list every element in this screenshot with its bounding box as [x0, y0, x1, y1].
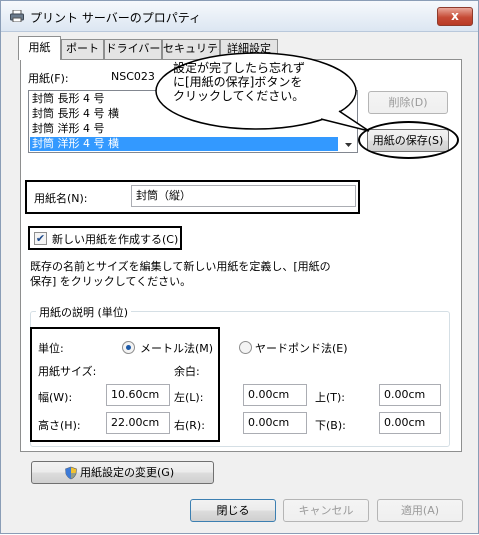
print-server-properties-window: プリント サーバーのプロパティ x 用紙 ポート ドライバー セキュリティ 詳細…: [0, 0, 479, 534]
right-margin-input[interactable]: 0.00cm: [243, 412, 307, 434]
list-item[interactable]: 封筒 洋形 4 号: [32, 122, 105, 136]
checkmark-icon: ✔: [35, 232, 46, 245]
group-legend: 用紙の説明 (単位): [36, 304, 132, 320]
form-name-input[interactable]: 封筒（縦）: [131, 185, 356, 207]
change-form-settings-button[interactable]: 用紙設定の変更(G): [31, 461, 214, 484]
imperial-radio[interactable]: [239, 341, 252, 354]
bottom-margin-input[interactable]: 0.00cm: [379, 412, 441, 434]
paper-size-label: 用紙サイズ:: [38, 365, 97, 378]
new-form-label: 新しい用紙を作成する(C): [52, 233, 179, 246]
top-margin-input[interactable]: 0.00cm: [379, 384, 441, 406]
radio-dot-icon: [126, 345, 131, 350]
height-label: 高さ(H):: [38, 419, 81, 432]
bottom-margin-label: 下(B):: [315, 419, 346, 432]
callout-text: 設定が完了したら忘れず に[用紙の保存]ボタンを クリックしてください。: [173, 61, 373, 103]
form-name-label: 用紙名(N):: [34, 192, 88, 205]
left-margin-label: 左(L):: [174, 391, 204, 404]
callout-line: クリックしてください。: [173, 89, 305, 103]
right-margin-label: 右(R):: [174, 419, 205, 432]
imperial-label: ヤードポンド法(E): [255, 342, 348, 355]
units-label: 単位:: [38, 342, 64, 355]
left-margin-input[interactable]: 0.00cm: [243, 384, 307, 406]
description-line-2: 保存] をクリックしてください。: [30, 275, 192, 288]
new-form-checkbox[interactable]: ✔: [34, 232, 47, 245]
metric-label: メートル法(M): [140, 342, 214, 355]
height-input[interactable]: 22.00cm: [106, 412, 170, 434]
metric-radio[interactable]: [122, 341, 135, 354]
description-line-1: 既存の名前とサイズを編集して新しい用紙を定義し、[用紙の: [30, 260, 331, 273]
top-margin-label: 上(T):: [315, 391, 346, 404]
paper-label: 用紙(F):: [28, 72, 69, 85]
list-item[interactable]: 封筒 長形 4 号: [32, 92, 105, 106]
change-settings-label: 用紙設定の変更(G): [80, 466, 175, 479]
callout-line: に[用紙の保存]ボタンを: [173, 75, 303, 89]
width-input[interactable]: 10.60cm: [106, 384, 170, 406]
server-name: NSC023: [111, 70, 155, 83]
margin-label: 余白:: [174, 365, 200, 378]
list-item[interactable]: 封筒 長形 4 号 横: [32, 107, 119, 121]
shield-icon: [65, 466, 77, 480]
width-label: 幅(W):: [38, 391, 73, 404]
callout-line: 設定が完了したら忘れず: [173, 61, 306, 75]
